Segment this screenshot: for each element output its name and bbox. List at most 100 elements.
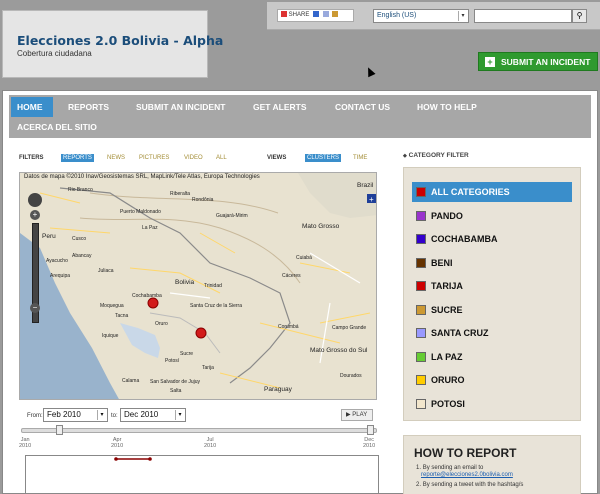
category-pando[interactable]: PANDO — [412, 206, 572, 226]
filter-tab-pictures[interactable]: PICTURES — [139, 155, 169, 161]
nav-get-alerts[interactable]: GET ALERTS — [253, 102, 307, 112]
incident-marker[interactable] — [195, 327, 207, 339]
category-swatch — [416, 211, 426, 221]
play-icon: ▶ — [346, 412, 351, 418]
timeline-slider[interactable] — [21, 428, 377, 433]
stumble-icon[interactable] — [332, 11, 339, 18]
filter-tab-news[interactable]: NEWS — [107, 155, 125, 161]
language-select[interactable]: English (US) ▾ — [373, 9, 469, 23]
how-to-report-title: HOW TO REPORT — [414, 446, 517, 460]
category-swatch — [416, 258, 426, 268]
map-label-guajara-mirim: Guajará-Mirim — [216, 213, 248, 219]
category-sucre[interactable]: SUCRE — [412, 300, 572, 320]
site-tagline: Cobertura ciudadana — [17, 49, 92, 58]
map-label-cochabamba: Cochabamba — [132, 293, 162, 299]
map-label-brazil: Brazil — [357, 182, 374, 189]
zoom-in-button[interactable]: + — [30, 210, 40, 220]
from-label: From: — [27, 413, 43, 419]
filter-tab-video[interactable]: VIDEO — [184, 155, 203, 161]
timeline-point — [114, 457, 118, 461]
nav-submit-incident[interactable]: SUBMIT AN INCIDENT — [136, 102, 225, 112]
share-label: SHARE — [288, 12, 310, 18]
incident-map[interactable]: + Datos de mapa ©2010 Inav/Geosistemas S… — [19, 172, 377, 400]
view-tab-clusters[interactable]: CLUSTERS — [305, 154, 342, 162]
map-label-sucre: Sucre — [180, 351, 194, 357]
how-to-report-panel: HOW TO REPORT 1. By sending an email to … — [403, 435, 581, 494]
svg-text:+: + — [369, 195, 374, 204]
how-item-2: 2. By sending a tweet with the hashtag/s — [416, 482, 524, 488]
mouse-cursor-icon — [364, 65, 376, 78]
digg-icon[interactable] — [322, 11, 329, 18]
nav-home[interactable]: HOME — [11, 97, 53, 117]
map-label-corumba: Corumbá — [278, 324, 299, 330]
map-label-la-paz: La Paz — [142, 225, 158, 231]
map-label-abancay: Abancay — [72, 253, 92, 259]
map-label-puerto-maldonado: Puerto Maldonado — [120, 209, 161, 215]
chevron-down-icon: ▾ — [175, 410, 184, 420]
map-label-iquique: Iquique — [102, 333, 119, 339]
site-title[interactable]: Elecciones 2.0 Bolivia - Alpha — [17, 33, 223, 48]
map-label-salta: Salta — [170, 388, 182, 394]
map-label-arequipa: Arequipa — [50, 273, 71, 279]
map-label-rondonia: Rondônia — [192, 197, 214, 203]
share-widget[interactable]: SHARE — [277, 9, 354, 22]
nav-reports[interactable]: REPORTS — [68, 102, 109, 112]
map-label-dourados: Dourados — [340, 373, 362, 379]
map-label-trinidad: Trinidad — [204, 283, 222, 289]
category-all[interactable]: ALL CATEGORIES — [412, 182, 572, 202]
search-icon: ⚲ — [576, 11, 583, 20]
category-santa-cruz[interactable]: SANTA CRUZ — [412, 323, 572, 343]
slider-handle-start[interactable] — [56, 425, 63, 435]
map-label-oruro: Oruro — [155, 321, 168, 327]
category-cochabamba[interactable]: COCHABAMBA — [412, 229, 572, 249]
map-zoom-control[interactable]: + − — [28, 193, 42, 329]
to-date-select[interactable]: Dec 2010 ▾ — [120, 408, 186, 422]
tick-label-dec: Dec 2010 — [363, 437, 376, 449]
incident-marker[interactable] — [147, 297, 159, 309]
category-potosi[interactable]: POTOSI — [412, 394, 572, 414]
report-email-link[interactable]: reporte@elecciones2.0bolivia.com — [421, 472, 513, 478]
play-button[interactable]: ▶ PLAY — [341, 409, 373, 421]
filters-label: FILTERS — [19, 155, 44, 161]
tick-label-jul: Jul 2010 — [204, 437, 217, 449]
category-swatch — [416, 187, 426, 197]
submit-incident-label: SUBMIT AN INCIDENT — [501, 57, 591, 67]
filter-tab-reports[interactable]: REPORTS — [61, 154, 94, 162]
map-label-paraguay: Paraguay — [264, 386, 292, 393]
chevron-down-icon: ▾ — [97, 410, 106, 420]
map-label-rio-branco: Rio Branco — [68, 187, 93, 193]
zoom-out-button[interactable]: − — [30, 303, 40, 313]
category-tarija[interactable]: TARIJA — [412, 276, 572, 296]
submit-incident-button[interactable]: + SUBMIT AN INCIDENT — [478, 52, 598, 71]
map-label-jujuy: San Salvador de Jujuy — [150, 379, 201, 385]
triangle-icon: ◆ — [403, 153, 407, 159]
how-item-1: 1. By sending an email to reporte@elecci… — [416, 465, 513, 478]
nav-contact-us[interactable]: CONTACT US — [335, 102, 390, 112]
category-filter-title: ◆ CATEGORY FILTER — [403, 152, 469, 159]
category-beni[interactable]: BENI — [412, 253, 572, 273]
filter-tab-all[interactable]: ALL — [216, 155, 227, 161]
search-input[interactable] — [474, 9, 572, 23]
category-oruro[interactable]: ORURO — [412, 370, 572, 390]
category-la-paz[interactable]: LA PAZ — [412, 347, 572, 367]
map-attribution: Datos de mapa ©2010 Inav/Geosistemas SRL… — [24, 174, 260, 180]
category-swatch — [416, 399, 426, 409]
to-label: to: — [111, 413, 118, 419]
category-swatch — [416, 234, 426, 244]
language-value: English (US) — [377, 12, 417, 19]
view-tab-time[interactable]: TIME — [353, 155, 367, 161]
site-header: Elecciones 2.0 Bolivia - Alpha Cobertura… — [2, 10, 223, 78]
map-label-potosi: Potosí — [165, 358, 180, 364]
map-label-santa-cruz: Santa Cruz de la Sierra — [190, 303, 242, 309]
from-date-value: Feb 2010 — [47, 410, 81, 419]
map-label-peru: Peru — [42, 233, 56, 240]
delicious-icon[interactable] — [313, 11, 320, 18]
category-swatch — [416, 352, 426, 362]
from-date-select[interactable]: Feb 2010 ▾ — [43, 408, 108, 422]
pan-control[interactable] — [28, 193, 42, 207]
nav-about[interactable]: ACERCA DEL SITIO — [17, 122, 97, 132]
slider-handle-end[interactable] — [367, 425, 374, 435]
tick-label-apr: Apr 2010 — [111, 437, 124, 449]
search-button[interactable]: ⚲ — [572, 9, 587, 23]
nav-how-to-help[interactable]: HOW TO HELP — [417, 102, 477, 112]
